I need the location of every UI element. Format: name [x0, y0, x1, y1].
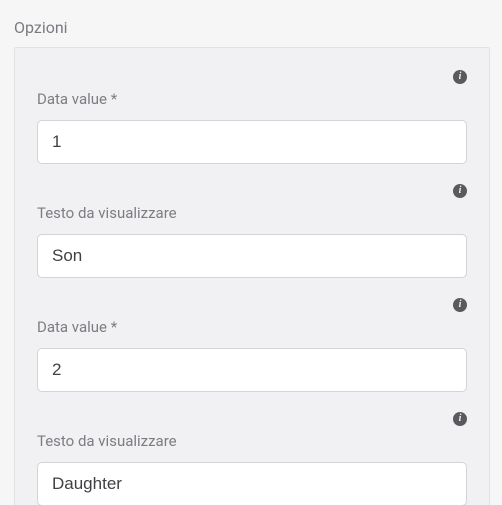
field-block-data-value: i Data value *: [37, 70, 467, 164]
info-icon[interactable]: i: [453, 184, 467, 198]
label-data-value: Data value *: [37, 318, 467, 336]
label-data-value: Data value *: [37, 90, 467, 108]
info-icon[interactable]: i: [453, 298, 467, 312]
field-block-display-text: i Testo da visualizzare: [37, 184, 467, 278]
input-data-value[interactable]: [37, 348, 467, 392]
options-panel: i Data value * i Testo da visualizzare i…: [14, 47, 490, 505]
section-title: Opzioni: [14, 18, 490, 37]
options-section: Opzioni i Data value * i Testo da visual…: [0, 0, 502, 505]
input-data-value[interactable]: [37, 120, 467, 164]
info-icon[interactable]: i: [453, 412, 467, 426]
input-display-text[interactable]: [37, 234, 467, 278]
input-display-text[interactable]: [37, 462, 467, 505]
info-icon[interactable]: i: [453, 70, 467, 84]
field-block-display-text: i Testo da visualizzare: [37, 412, 467, 505]
label-display-text: Testo da visualizzare: [37, 204, 467, 222]
field-block-data-value: i Data value *: [37, 298, 467, 392]
label-display-text: Testo da visualizzare: [37, 432, 467, 450]
